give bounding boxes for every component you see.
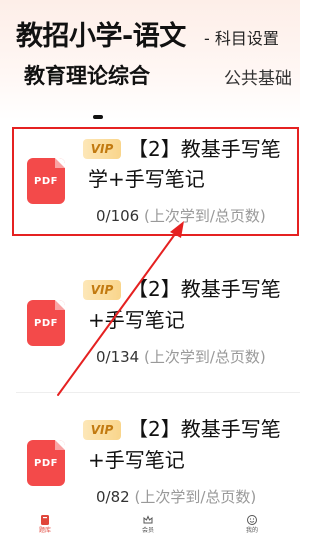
bottom-nav: 题库 会员 我的	[0, 512, 300, 538]
nav-item-membership[interactable]: 会员	[128, 514, 168, 535]
annotation-arrow	[57, 221, 184, 396]
book-icon	[41, 515, 49, 525]
nav-item-profile[interactable]: 我的	[232, 514, 272, 535]
crown-icon	[143, 515, 153, 524]
smiley-icon	[247, 515, 257, 525]
nav-item-question-bank[interactable]: 题库	[25, 514, 65, 535]
